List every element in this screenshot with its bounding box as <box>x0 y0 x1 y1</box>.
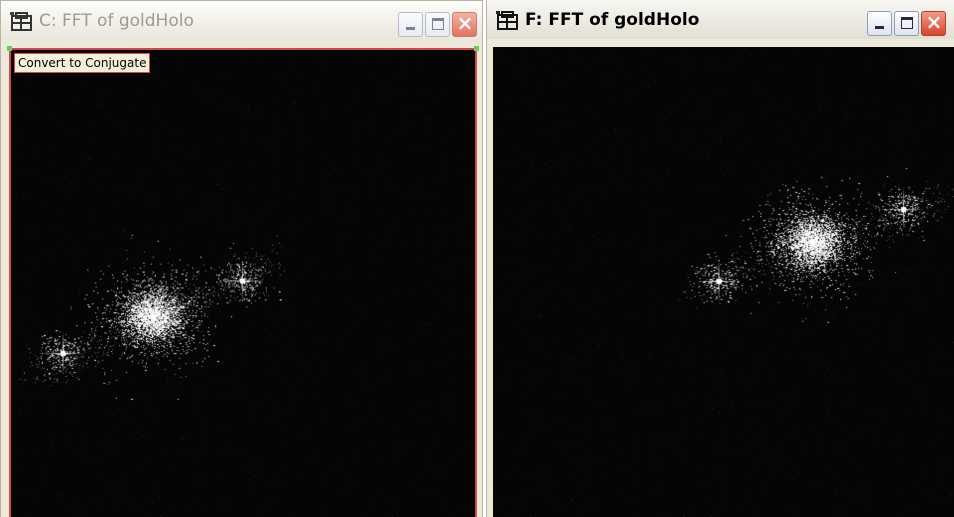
window-title: C: FFT of goldHolo <box>39 10 194 31</box>
maximize-button[interactable] <box>425 12 450 37</box>
image-canvas-area[interactable]: Convert to Conjugate <box>7 46 479 517</box>
convert-to-conjugate-label[interactable]: Convert to Conjugate <box>14 53 151 73</box>
close-icon: × <box>925 10 943 34</box>
minimize-icon <box>406 27 415 30</box>
minimize-button[interactable] <box>398 12 423 37</box>
imaging-app-icon <box>10 11 32 31</box>
close-icon: × <box>456 11 474 35</box>
close-button[interactable]: × <box>452 11 477 37</box>
window-controls: × <box>398 11 477 37</box>
maximize-button[interactable] <box>894 11 919 36</box>
imaging-app-icon <box>496 10 518 30</box>
maximize-icon <box>432 18 444 30</box>
window-title: F: FFT of goldHolo <box>525 9 700 30</box>
title-bar[interactable]: C: FFT of goldHolo × <box>1 1 482 40</box>
window-controls: × <box>867 10 946 36</box>
image-canvas-area[interactable] <box>493 47 954 517</box>
selection-handle[interactable] <box>7 46 12 51</box>
minimize-icon <box>875 26 884 29</box>
fft-window-c[interactable]: C: FFT of goldHolo × Convert to Conjugat… <box>0 0 483 517</box>
minimize-button[interactable] <box>867 11 892 36</box>
fft-image[interactable] <box>493 47 954 517</box>
close-button[interactable]: × <box>921 10 946 36</box>
title-bar[interactable]: F: FFT of goldHolo × <box>487 0 954 39</box>
selection-handle[interactable] <box>474 46 479 51</box>
maximize-icon <box>901 17 913 29</box>
fft-window-f[interactable]: F: FFT of goldHolo × <box>486 0 954 517</box>
fft-image[interactable] <box>11 50 475 517</box>
